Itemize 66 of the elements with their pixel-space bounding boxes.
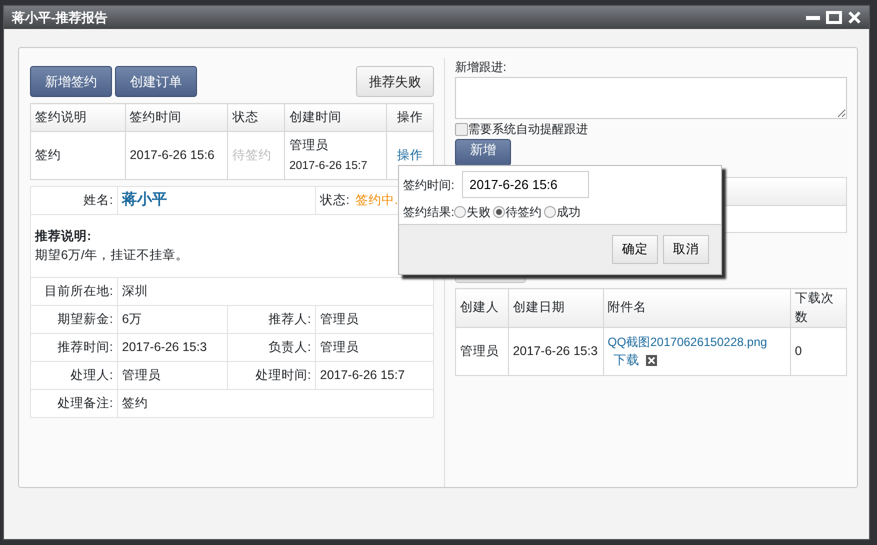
fail-button[interactable]: 推荐失败 [356,66,434,97]
table-cell: 管理员 [456,327,508,375]
column-header: 签约说明 [30,104,126,132]
table-cell: 待签约 [228,132,285,180]
field-value: 6万 [118,306,228,334]
radio-label: 成功 [556,204,580,221]
column-header: 状态 [228,104,285,132]
field-value: 2017-6-26 15:3 [118,334,228,362]
reminder-checkbox[interactable] [455,122,468,136]
follow-up-field[interactable] [455,77,847,119]
table-cell: 2017-6-26 15:6 [125,132,228,180]
cancel-button[interactable]: 取消 [663,235,709,264]
field-label: 负责人: [228,334,316,362]
field-label: 新增跟进: [455,59,508,76]
field-label: 推荐人: [228,306,316,334]
column-header: 创建人 [456,288,508,327]
close-icon[interactable] [848,11,861,24]
checkbox-label: 需要系统自动提醒跟进 [468,121,588,138]
window-title: 蒋小平-推荐报告 [12,8,108,27]
field-label: 签约时间: [403,176,454,194]
table-cell-text: 管理员 [289,137,330,154]
field-label: 状态: [320,193,350,208]
field-label: 目前所在地: [30,278,118,306]
radio-label: 待签约 [505,204,542,221]
radio-label: 失败 [466,204,490,221]
field-label: 期望薪金: [30,306,118,334]
field-label: 推荐时间: [30,334,118,362]
column-header: 创建日期 [508,288,604,327]
table-cell: 签约 [30,132,126,180]
action-button[interactable]: 新增签约 [30,66,112,97]
status-value: 签约中. [355,193,398,208]
field-value: 管理员 [118,362,228,390]
radio-button[interactable] [454,206,466,218]
field-label: 姓名: [30,186,118,214]
field-label: 处理备注: [30,390,118,418]
table-cell: 2017-6-26 15:3 [508,327,604,375]
note-title: 推荐说明: [35,228,92,246]
field-label: 处理人: [30,362,118,390]
date-field[interactable]: 2017-6-26 15:6 [462,171,590,198]
radio-button[interactable] [544,206,556,218]
confirm-button[interactable]: 确定 [612,235,658,264]
field-value: 深圳 [118,278,434,306]
add-button[interactable]: 新增 [455,139,511,166]
column-header: 附件名 [603,288,790,327]
column-header: 签约时间 [125,104,228,132]
column-header: 下载次数 [790,288,846,327]
column-header: 操作 [386,104,434,132]
field-label: 处理时间: [228,362,316,390]
field-label: 签约结果: [403,204,454,221]
name-value: 蒋小平 [118,186,316,214]
delete-icon[interactable] [646,354,657,366]
field-value: 签约 [118,390,434,418]
download-link[interactable]: 下载 [614,350,640,370]
minimize-icon[interactable] [806,14,820,20]
maximize-icon[interactable] [826,11,842,24]
action-link[interactable]: 操作 [397,148,424,162]
column-header: 创建时间 [284,104,387,132]
radio-button[interactable] [493,206,506,218]
table-cell: 0 [790,327,846,375]
file-link[interactable]: QQ截图20170626150228.png [608,332,786,351]
field-value: 2017-6-26 15:7 [316,362,434,390]
field-value: 管理员 [316,306,434,334]
action-button[interactable]: 创建订单 [115,66,197,97]
table-cell-text: 2017-6-26 15:7 [289,158,368,174]
note-text: 期望6万/年，挂证不挂章。 [35,247,190,264]
field-value: 管理员 [316,334,434,362]
